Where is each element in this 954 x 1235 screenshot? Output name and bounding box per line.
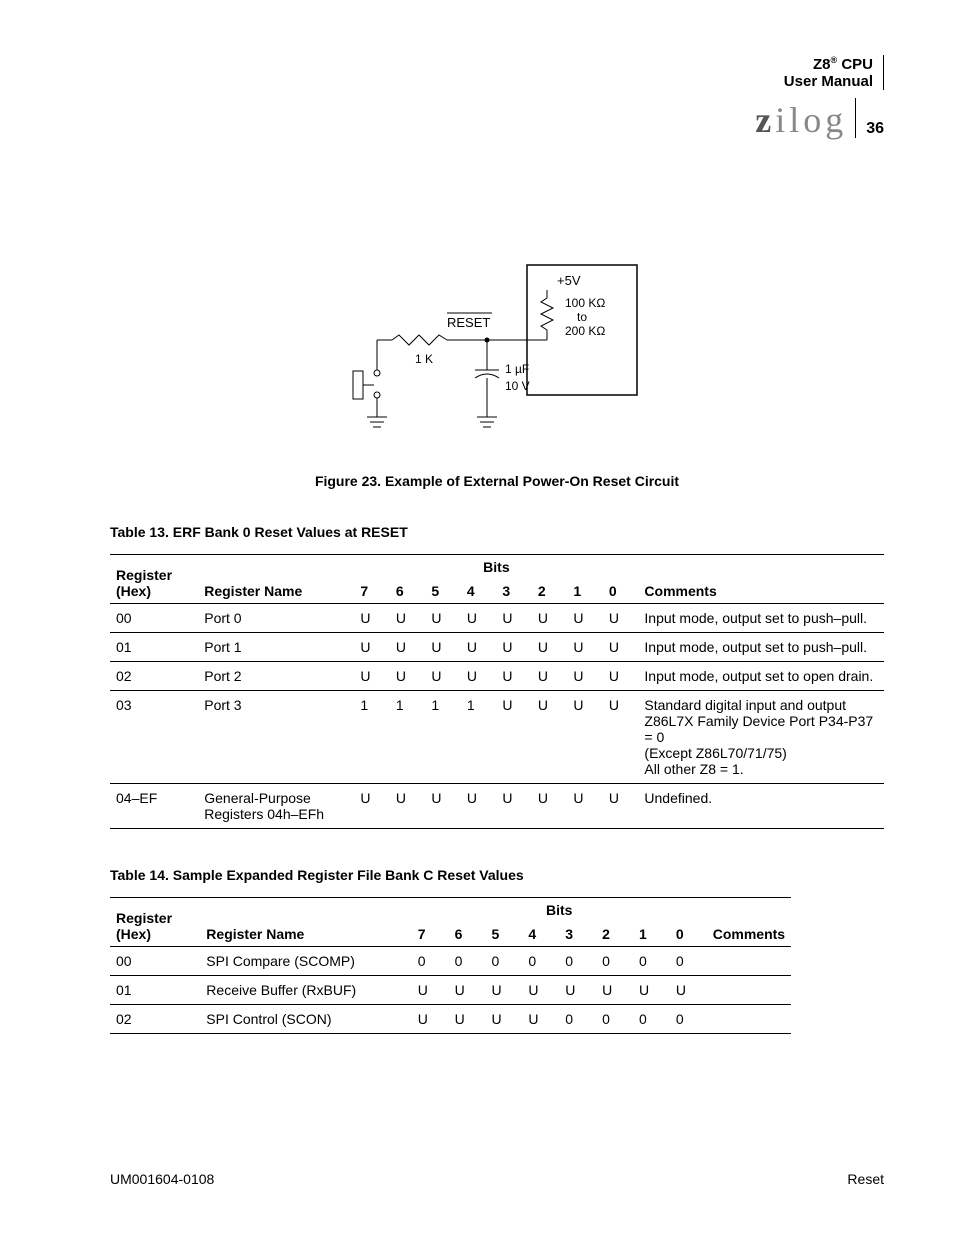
cap1-label: 1 µF [505,362,529,376]
rtop-to-label: to [577,310,587,324]
rtop1-label: 100 KΩ [565,296,605,310]
table14-caption: Table 14. Sample Expanded Register File … [110,867,884,883]
product-suffix: CPU [837,56,873,73]
table-row: 02SPI Control (SCON)UUUU0000 [110,1005,791,1034]
r1-label: 1 K [415,352,433,366]
table-row: 01Port 1UUUUUUUUInput mode, output set t… [110,633,884,662]
table-13: Register(Hex) Register Name Bits Comment… [110,554,884,829]
table-row: 00Port 0UUUUUUUUInput mode, output set t… [110,604,884,633]
page-number: 36 [866,120,884,138]
page-footer: UM001604-0108 Reset [110,1171,884,1187]
cap2-label: 10 V [505,379,530,393]
table13-caption: Table 13. ERF Bank 0 Reset Values at RES… [110,524,884,540]
table-row: 00SPI Compare (SCOMP)00000000 [110,947,791,976]
figure-caption: Figure 23. Example of External Power-On … [110,473,884,489]
table-row: 01Receive Buffer (RxBUF)UUUUUUUU [110,976,791,1005]
doc-id: UM001604-0108 [110,1171,214,1187]
circuit-diagram: +5V 100 KΩ to 200 KΩ RESET 1 K [317,245,677,455]
section-name: Reset [847,1171,884,1187]
table-14: Register(Hex) Register Name Bits Comment… [110,897,791,1034]
doc-subtitle: User Manual [784,73,873,90]
table-row: 03Port 31111UUUUStandard digital input a… [110,691,884,784]
vcc-label: +5V [557,273,581,288]
page-header: Z8® CPU User Manual zilog 36 [755,55,884,138]
zilog-logo: zilog [755,102,847,138]
rtop2-label: 200 KΩ [565,324,605,338]
product-name: Z8 [813,56,831,73]
table-row: 02Port 2UUUUUUUUInput mode, output set t… [110,662,884,691]
table-row: 04–EFGeneral-Purpose Registers 04h–EFhUU… [110,784,884,829]
reset-label: RESET [447,315,490,330]
